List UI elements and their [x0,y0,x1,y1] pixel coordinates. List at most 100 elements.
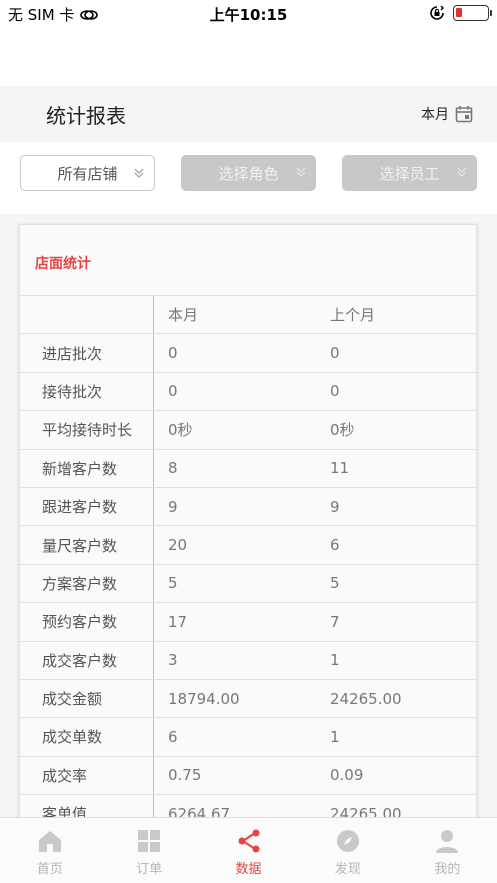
header-cell-metric [20,296,153,333]
page-header: 统计报表 本月 [0,86,497,142]
this-month-cell: 20 [168,536,188,555]
tab-orders-label: 订单 [136,862,163,877]
metric-cell: 量尺客户数 [42,536,118,555]
page-title: 统计报表 [46,104,126,128]
metric-cell: 新增客户数 [42,459,118,478]
nav-bar [0,28,497,86]
column-divider [153,564,154,603]
this-month-cell: 9 [168,497,178,516]
this-month-cell: 3 [168,651,178,670]
this-month-cell: 8 [168,459,178,478]
table-row: 成交单数 6 1 [20,717,476,756]
last-month-cell: 0 [330,344,340,363]
double-chevron-down-icon [457,167,467,177]
metric-cell: 成交单数 [42,728,103,747]
filter-bar: 所有店铺 选择角色 选择员工 [0,142,497,214]
this-month-cell: 0 [168,382,178,401]
battery-level [456,8,462,17]
this-month-cell: 17 [168,612,188,631]
column-divider [153,641,154,679]
last-month-cell: 1 [330,727,340,746]
table-header-row: 本月 上个月 [20,295,476,334]
grid-icon [138,830,161,852]
this-month-cell: 0 [168,344,178,363]
calendar-icon [455,106,473,123]
status-bar: 无 SIM 卡 上午10:15 [0,0,497,28]
metric-cell: 进店批次 [42,344,103,363]
store-stats-card: 店面统计 本月 上个月 进店批次 0 0 接待批次 0 0 平均接待时长 0秒 0秒 新增客户数 8… [19,224,477,844]
this-month-cell: 0.75 [168,766,202,785]
last-month-cell: 11 [330,459,350,478]
column-divider [153,296,154,334]
column-divider [153,487,154,526]
metric-cell: 预约客户数 [42,613,118,632]
compass-icon [336,830,359,852]
last-month-cell: 5 [330,574,340,593]
metric-cell: 成交率 [42,766,88,785]
store-select-label: 所有店铺 [57,164,118,183]
tab-bar: 首页 订单 数据 发现 我的 [0,817,497,883]
table-row: 新增客户数 8 11 [20,448,476,487]
double-chevron-down-icon [134,168,144,178]
last-month-cell: 7 [330,612,340,631]
this-month-cell: 18794.00 [168,689,240,708]
last-month-cell: 24265.00 [330,689,402,708]
period-picker[interactable]: 本月 [421,104,473,124]
tab-home-label: 首页 [36,862,63,877]
metric-cell: 成交客户数 [42,651,118,670]
rotation-lock-icon [430,5,444,20]
tab-discover[interactable]: 发现 [298,818,397,883]
table-row: 成交率 0.75 0.09 [20,755,476,795]
tab-mine[interactable]: 我的 [398,818,497,883]
last-month-cell: 1 [330,651,340,670]
metric-cell: 接待批次 [42,382,103,401]
tab-data-label: 数据 [235,862,262,877]
last-month-cell: 0.09 [330,766,364,785]
status-time: 上午10:15 [209,6,288,24]
column-divider [153,603,154,641]
store-select[interactable]: 所有店铺 [20,155,155,191]
this-month-cell: 5 [168,574,178,593]
home-icon [38,831,61,852]
role-select[interactable]: 选择角色 [181,155,316,191]
table-row: 成交金额 18794.00 24265.00 [20,678,476,718]
table-row: 接待批次 0 0 [20,371,476,411]
last-month-cell: 0 [330,382,340,401]
this-month-cell: 6 [168,727,178,746]
metric-cell: 成交金额 [42,690,103,709]
role-select-label: 选择角色 [218,164,279,183]
header-cell-last-month: 上个月 [330,306,376,325]
table-row: 量尺客户数 20 6 [20,525,476,564]
column-divider [153,449,154,487]
period-label: 本月 [421,107,449,123]
staff-select[interactable]: 选择员工 [342,155,477,191]
table-row: 跟进客户数 9 9 [20,486,476,526]
double-chevron-down-icon [296,167,306,177]
status-right [429,5,492,21]
share-icon [238,829,260,853]
column-divider [153,334,154,372]
table-row: 方案客户数 5 5 [20,563,476,603]
tab-home[interactable]: 首页 [0,818,99,883]
tab-data[interactable]: 数据 [199,818,298,883]
stats-table: 本月 上个月 进店批次 0 0 接待批次 0 0 平均接待时长 0秒 0秒 新增客户数 8 11 跟进客… [20,295,476,833]
person-icon [436,830,459,853]
header-cell-this-month: 本月 [168,306,199,325]
battery-icon [453,5,492,21]
column-divider [153,411,154,449]
table-row: 预约客户数 17 7 [20,602,476,641]
metric-cell: 跟进客户数 [42,498,118,517]
column-divider [153,526,154,564]
column-divider [153,756,154,795]
tab-discover-label: 发现 [334,862,361,877]
last-month-cell: 6 [330,536,340,555]
staff-select-label: 选择员工 [379,164,440,183]
last-month-cell: 9 [330,497,340,516]
table-row: 进店批次 0 0 [20,333,476,372]
metric-cell: 平均接待时长 [42,421,133,440]
card-title: 店面统计 [35,256,91,272]
column-divider [153,718,154,756]
this-month-cell: 0秒 [168,421,193,440]
column-divider [153,679,154,718]
tab-orders[interactable]: 订单 [99,818,198,883]
